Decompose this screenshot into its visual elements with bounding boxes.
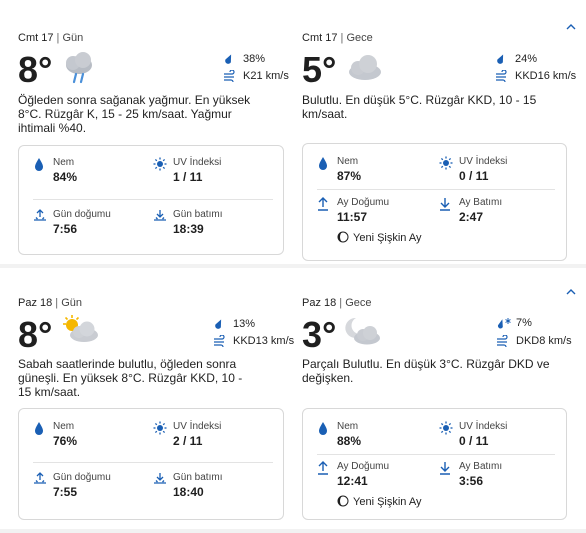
date-label: Paz 18 — [302, 297, 337, 309]
forecast-card-1: Cmt 17 | Gün 8° 38% K21 km/s Öğleden son… — [0, 0, 586, 264]
date-label: Paz 18 — [18, 297, 53, 309]
divider — [317, 454, 555, 455]
period-label: Gün — [61, 297, 83, 309]
day-forecast: Paz 18 | Gün 8° 13% KKD13 km/s Sabah saa… — [18, 297, 294, 527]
sun-uv-icon — [153, 421, 167, 435]
moonset-icon — [440, 462, 450, 475]
period-header: Cmt 17 | Gün — [18, 32, 84, 44]
forecast-description: Sabah saatlerinde bulutlu, öğleden sonra… — [18, 357, 243, 399]
sunrise-icon — [34, 472, 46, 484]
moon-phase-icon — [337, 495, 349, 507]
humidity-drop-icon — [35, 422, 43, 435]
divider — [33, 199, 273, 200]
night-forecast: Paz 18 | Gece 3° 7% DKD8 km/s Parçalı Bu… — [302, 297, 572, 527]
divider — [33, 462, 273, 463]
details-panel: Nem 87% UV İndeksi 0 / 11 Ay Doğumu 11:5… — [302, 143, 567, 261]
wind-icon — [214, 335, 225, 347]
card-separator — [0, 529, 586, 533]
humidity-drop-icon — [319, 157, 327, 170]
moonrise-icon — [318, 461, 328, 475]
cloud-icon — [349, 55, 381, 80]
sunset-icon — [154, 473, 166, 484]
humidity-drop-icon — [319, 422, 327, 435]
moonset-icon — [440, 198, 450, 211]
period-label: Gece — [345, 297, 372, 309]
period-header: Paz 18 | Gece — [302, 297, 372, 309]
raindrop-icon — [497, 54, 504, 64]
details-panel: Nem 76% UV İndeksi 2 / 11 Gün doğumu 7:5… — [18, 408, 284, 520]
temperature: 8° — [18, 49, 53, 90]
details-panel: Nem 84% UV İndeksi 1 / 11 Gün doğumu 7:5… — [18, 145, 284, 255]
day-forecast: Cmt 17 | Gün 8° 38% K21 km/s Öğleden son… — [18, 32, 289, 262]
date-label: Cmt 17 — [18, 32, 54, 44]
sun-uv-icon — [153, 157, 167, 171]
sun-uv-icon — [439, 156, 453, 170]
raindrop-icon — [225, 54, 232, 64]
partly-cloudy-night-icon — [345, 317, 380, 345]
rain-snow-icon — [497, 318, 511, 329]
cloud-rain-icon — [66, 52, 92, 84]
wind-icon — [497, 335, 508, 347]
moon-phase-icon — [337, 231, 349, 243]
forecast-card-2: Paz 18 | Gün 8° 13% KKD13 km/s Sabah saa… — [0, 268, 586, 533]
night-forecast: Cmt 17 | Gece 5° 24% KKD16 km/s Bulutlu.… — [302, 32, 576, 262]
sunrise-icon — [34, 209, 46, 221]
wind-icon — [496, 70, 507, 82]
date-label: Cmt 17 — [302, 32, 338, 44]
wind-icon — [224, 70, 235, 82]
forecast-description: Bulutlu. En düşük 5°C. Rüzgâr KKD, 10 - … — [302, 93, 537, 121]
humidity-drop-icon — [35, 158, 43, 171]
period-label: Gece — [346, 32, 373, 44]
period-header: Paz 18 | Gün — [18, 297, 83, 309]
sun-uv-icon — [439, 421, 453, 435]
period-header: Cmt 17 | Gece — [302, 32, 373, 44]
raindrop-icon — [215, 319, 222, 329]
moonrise-icon — [318, 197, 328, 211]
temperature: 8° — [18, 314, 53, 355]
divider — [317, 189, 555, 190]
forecast-description: Parçalı Bulutlu. En düşük 3°C. Rüzgâr DK… — [302, 357, 550, 385]
partly-sunny-icon — [63, 315, 98, 342]
details-panel: Nem 88% UV İndeksi 0 / 11 Ay Doğumu 12:4… — [302, 408, 567, 520]
forecast-description: Öğleden sonra sağanak yağmur. En yüksek … — [18, 93, 251, 135]
period-label: Gün — [62, 32, 84, 44]
sunset-icon — [154, 210, 166, 221]
temperature: 5° — [302, 49, 337, 90]
temperature: 3° — [302, 314, 337, 355]
